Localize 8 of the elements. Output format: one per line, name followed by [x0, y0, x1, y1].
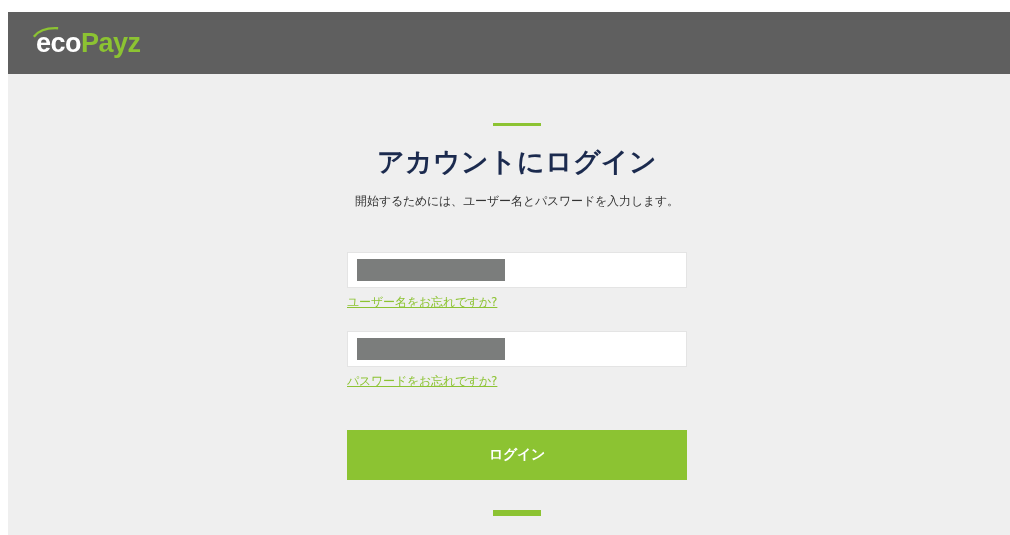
- forgot-link[interactable]: パスワードをお忘れですか?: [347, 373, 687, 390]
- login-button[interactable]: ログイン: [347, 430, 687, 480]
- input-field[interactable]: [347, 252, 687, 288]
- instruction-text: 開始するためには、ユーザー名とパスワードを入力します。: [355, 193, 679, 210]
- page-title: アカウントにログイン: [377, 145, 657, 179]
- logo: ecoPayz: [36, 27, 141, 59]
- forgot-link[interactable]: ユーザー名をお忘れですか?: [347, 294, 687, 311]
- input-field[interactable]: [347, 331, 687, 367]
